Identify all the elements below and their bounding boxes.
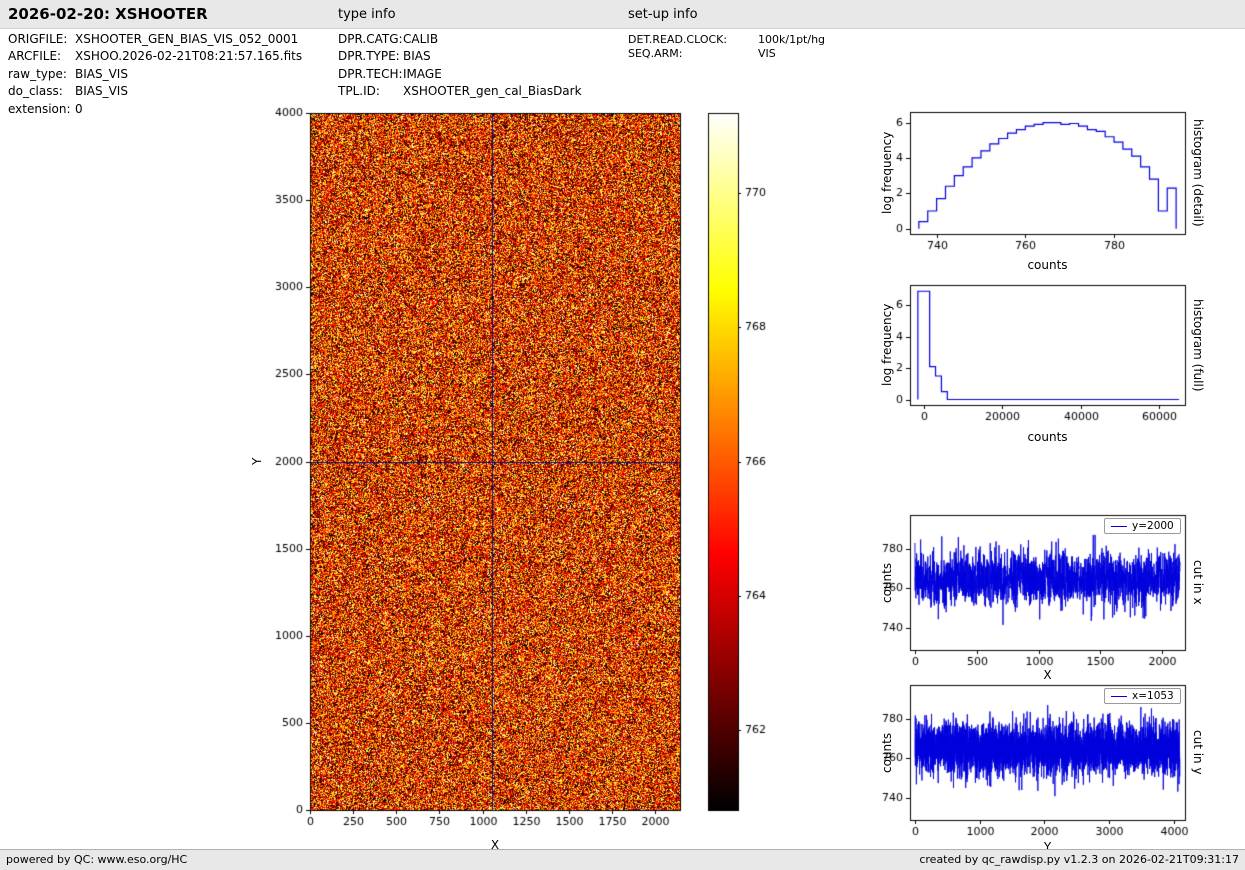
setup-info-heading: set-up info xyxy=(628,7,698,22)
meta-label: DPR.TYPE: xyxy=(338,49,400,64)
meta-row-read-clock: DET.READ.CLOCK: 100k/1pt/hg xyxy=(628,33,825,47)
meta-row-do-class: do_class: BIAS_VIS xyxy=(8,83,302,100)
cut-y-side-label: cut in y xyxy=(1191,730,1205,775)
type-info-heading: type info xyxy=(338,7,396,22)
footer-powered-by: powered by QC: www.eso.org/HC xyxy=(6,853,188,866)
footer-bar: powered by QC: www.eso.org/HC created by… xyxy=(0,849,1245,870)
meta-value: CALIB xyxy=(403,32,439,46)
meta-label: ORIGFILE: xyxy=(8,32,68,46)
meta-label: do_class: xyxy=(8,84,63,99)
hist-full-x-axis-label: counts xyxy=(1027,430,1068,444)
cut-x-side-label: cut in x xyxy=(1191,560,1205,605)
meta-row-arcfile: ARCFILE: XSHOO.2026-02-21T08:21:57.165.fi… xyxy=(8,48,302,65)
meta-label: SEQ.ARM: xyxy=(628,46,683,60)
meta-row-origfile: ORIGFILE: XSHOOTER_GEN_BIAS_VIS_052_0001 xyxy=(8,31,302,48)
qc-report-page: 2026-02-20: XSHOOTER type info set-up in… xyxy=(0,0,1245,870)
meta-label: ARCFILE: xyxy=(8,49,62,64)
page-title: 2026-02-20: XSHOOTER xyxy=(8,5,208,23)
setup-info-block: DET.READ.CLOCK: 100k/1pt/hg SEQ.ARM: VIS xyxy=(628,33,825,60)
meta-row-dpr-catg: DPR.CATG:CALIB xyxy=(338,31,582,48)
meta-value: XSHOOTER_gen_cal_BiasDark xyxy=(403,84,582,99)
cut-y-legend: x=1053 xyxy=(1104,688,1181,704)
meta-value: 100k/1pt/hg xyxy=(758,33,826,46)
bias-image-canvas xyxy=(250,100,780,835)
cut-y-legend-label: x=1053 xyxy=(1132,690,1174,702)
meta-value: XSHOO.2026-02-21T08:21:57.165.fits xyxy=(75,49,303,64)
meta-label: DPR.TECH: xyxy=(338,66,403,81)
meta-row-dpr-type: DPR.TYPE: BIAS xyxy=(338,48,582,65)
legend-line-swatch xyxy=(1111,525,1127,527)
meta-row-raw-type: raw_type: BIAS_VIS xyxy=(8,66,302,83)
meta-row-tpl-id: TPL.ID: XSHOOTER_gen_cal_BiasDark xyxy=(338,83,582,100)
meta-row-seq-arm: SEQ.ARM: VIS xyxy=(628,47,825,61)
meta-value: IMAGE xyxy=(403,66,442,81)
hist-detail-x-axis-label: counts xyxy=(1027,258,1068,272)
cut-x-y-axis-label: counts xyxy=(880,562,894,603)
hist-full-y-axis-label: log frequency xyxy=(880,303,894,387)
meta-value: BIAS_VIS xyxy=(75,66,128,81)
meta-value: BIAS xyxy=(403,49,431,64)
meta-value: VIS xyxy=(758,46,776,60)
meta-label: DET.READ.CLOCK: xyxy=(628,33,728,46)
meta-row-dpr-tech: DPR.TECH:IMAGE xyxy=(338,66,582,83)
footer-created-by: created by qc_rawdisp.py v1.2.3 on 2026-… xyxy=(919,853,1239,866)
meta-value: BIAS_VIS xyxy=(75,84,128,99)
cut-x-legend-label: y=2000 xyxy=(1132,520,1174,532)
type-info-block: DPR.CATG:CALIB DPR.TYPE: BIAS DPR.TECH:IM… xyxy=(338,31,582,101)
hist-full-side-label: histogram (full) xyxy=(1191,298,1205,392)
hist-detail-y-axis-label: log frequency xyxy=(880,131,894,215)
meta-label: extension: xyxy=(8,101,71,116)
meta-label: TPL.ID: xyxy=(338,84,380,99)
histogram-full-canvas xyxy=(870,273,1200,433)
cut-y-y-axis-label: counts xyxy=(880,732,894,773)
header-bar: 2026-02-20: XSHOOTER type info set-up in… xyxy=(0,0,1245,29)
meta-label: raw_type: xyxy=(8,66,67,81)
hist-detail-side-label: histogram (detail) xyxy=(1191,119,1205,227)
legend-line-swatch xyxy=(1111,695,1127,697)
meta-value: 0 xyxy=(75,101,83,116)
meta-label: DPR.CATG: xyxy=(338,32,403,46)
meta-value: XSHOOTER_GEN_BIAS_VIS_052_0001 xyxy=(75,32,299,46)
cut-x-legend: y=2000 xyxy=(1104,518,1181,534)
main-plot-y-axis-label: Y xyxy=(250,457,264,466)
histogram-detail-canvas xyxy=(870,100,1200,265)
